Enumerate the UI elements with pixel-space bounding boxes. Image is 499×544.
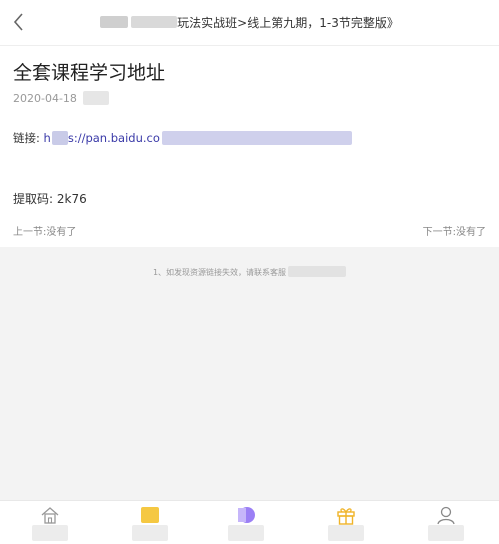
top-bar: 玩法实战班>线上第九期，1-3节完整版》 <box>0 0 499 46</box>
blurred-link-part <box>51 131 68 145</box>
back-arrow-icon[interactable] <box>8 9 32 35</box>
bottom-tab-bar <box>0 500 499 544</box>
page-title-text: 玩法实战班>线上第九期，1-3节完整版》 <box>177 16 399 30</box>
share-link[interactable]: s://pan.baidu.co <box>68 131 160 145</box>
blurred-link-part <box>161 131 352 145</box>
notice-text: 1、如发现资源链接失效，请联系客服 <box>0 266 499 278</box>
blurred-contact <box>288 266 347 277</box>
notice-message: 1、如发现资源链接失效，请联系客服 <box>152 268 287 277</box>
user-icon <box>437 506 455 525</box>
notice-area: 1、如发现资源链接失效，请联系客服 <box>0 247 499 500</box>
link-prefix[interactable]: h <box>44 131 51 145</box>
tab-label-blurred <box>428 525 464 541</box>
tab-gift[interactable] <box>316 501 376 544</box>
tab-label-blurred <box>132 525 168 541</box>
next-chapter-link[interactable]: 下一节:没有了 <box>423 223 486 238</box>
tab-home[interactable] <box>20 501 80 544</box>
grid-icon <box>141 507 159 523</box>
tab-label-blurred <box>228 525 264 541</box>
article-title: 全套课程学习地址 <box>13 62 166 84</box>
blurred-author <box>82 91 109 105</box>
tab-label-blurred <box>32 525 68 541</box>
gift-icon <box>337 508 355 525</box>
tab-profile[interactable] <box>416 501 476 544</box>
article-date: 2020-04-18 <box>13 92 77 105</box>
link-label: 链接: <box>13 131 44 145</box>
blurred-text <box>131 16 178 28</box>
page-title: 玩法实战班>线上第九期，1-3节完整版》 <box>40 14 459 31</box>
tab-label-blurred <box>328 525 364 541</box>
tab-grid[interactable] <box>120 501 180 544</box>
tab-discover[interactable] <box>216 501 276 544</box>
code-label: 提取码: <box>13 192 57 206</box>
code-value: 2k76 <box>56 192 87 206</box>
prev-chapter-link[interactable]: 上一节:没有了 <box>13 223 76 238</box>
code-row: 提取码: 2k76 <box>13 190 87 207</box>
home-icon <box>41 507 59 524</box>
link-row: 链接: h s://pan.baidu.co <box>13 130 352 146</box>
discover-icon <box>238 507 255 523</box>
article-meta: 2020-04-18 <box>13 91 109 105</box>
blurred-text <box>100 16 129 28</box>
